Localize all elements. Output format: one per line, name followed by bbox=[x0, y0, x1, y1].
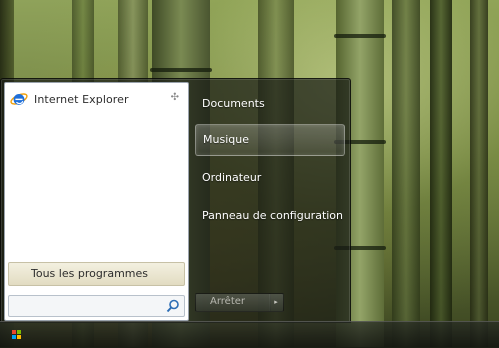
place-item-musique[interactable]: Musique bbox=[195, 124, 345, 156]
place-item-label: Panneau de configuration bbox=[202, 209, 344, 222]
all-programs-button[interactable]: Tous les programmes bbox=[8, 262, 185, 286]
bamboo-stalk bbox=[430, 0, 452, 347]
pinned-item-label: Internet Explorer bbox=[34, 92, 129, 106]
shutdown-label: Arrêter bbox=[210, 296, 246, 307]
place-item-label: Musique bbox=[203, 133, 249, 146]
place-item-panneau-de-configuration[interactable]: Panneau de configuration bbox=[195, 201, 343, 231]
place-item-documents[interactable]: Documents bbox=[195, 89, 343, 119]
chevron-right-icon: ▸ bbox=[274, 298, 278, 306]
internet-explorer-icon bbox=[10, 93, 28, 105]
bamboo-stalk bbox=[392, 0, 420, 347]
windows-start-icon[interactable] bbox=[12, 330, 22, 340]
shutdown-options-button[interactable]: ▸ bbox=[269, 293, 284, 312]
place-item-label: Documents bbox=[202, 97, 265, 110]
places-pane: Documents Musique Ordinateur Panneau de … bbox=[193, 79, 350, 322]
programs-pane: Internet Explorer ✣ Tous les programmes bbox=[4, 82, 189, 321]
taskbar bbox=[0, 321, 499, 348]
pinned-item-internet-explorer[interactable]: Internet Explorer ✣ bbox=[8, 87, 183, 111]
all-programs-label: Tous les programmes bbox=[31, 267, 148, 280]
search-icon[interactable] bbox=[166, 299, 180, 313]
shutdown-button[interactable]: Arrêter bbox=[195, 293, 271, 312]
bamboo-stalk bbox=[470, 0, 488, 347]
place-item-label: Ordinateur bbox=[202, 171, 262, 184]
start-menu: Internet Explorer ✣ Tous les programmes … bbox=[0, 78, 351, 323]
place-item-ordinateur[interactable]: Ordinateur bbox=[195, 163, 343, 193]
search-input[interactable] bbox=[8, 295, 185, 317]
pin-icon[interactable]: ✣ bbox=[171, 92, 179, 103]
